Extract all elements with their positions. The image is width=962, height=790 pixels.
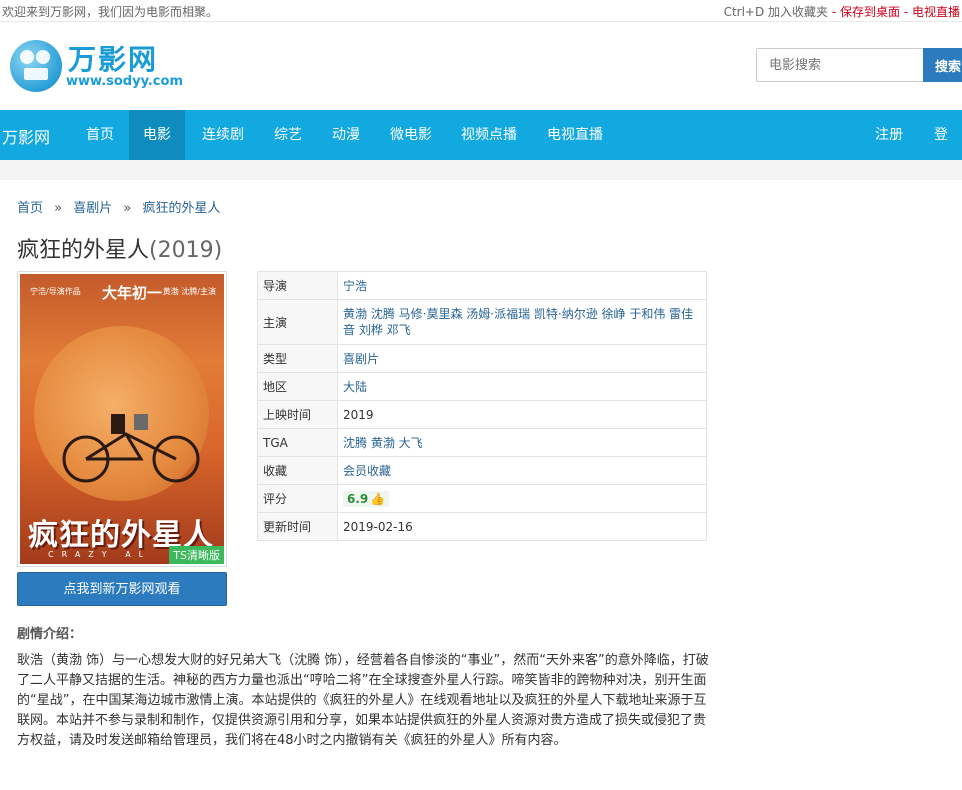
info-row-genre: 类型 喜剧片 bbox=[257, 344, 707, 373]
logo-title: 万影网 bbox=[68, 43, 159, 76]
nav-brand[interactable]: 万影网 bbox=[2, 124, 50, 148]
quality-badge: TS清晰版 bbox=[169, 546, 224, 564]
poster-release-tag: 大年初一 bbox=[102, 284, 163, 302]
nav-item-home[interactable]: 首页 bbox=[72, 110, 128, 160]
movie-poster[interactable]: 宁浩/导演作品 大年初一 黄渤 沈腾/主演 疯狂的外星人 CRAZY AL TS… bbox=[17, 271, 227, 567]
bookmark-hint: Ctrl+D 加入收藏夹 bbox=[723, 5, 829, 19]
member-collect-link[interactable]: 会员收藏 bbox=[337, 456, 707, 485]
nav-item-vod[interactable]: 视频点播 bbox=[447, 110, 531, 160]
breadcrumb-home[interactable]: 首页 bbox=[17, 201, 43, 216]
genre-link[interactable]: 喜剧片 bbox=[337, 344, 707, 373]
updated-date: 2019-02-16 bbox=[337, 512, 707, 541]
site-logo[interactable]: 万影网 www.sodyy.com bbox=[10, 38, 210, 96]
watch-button[interactable]: 点我到新万影网观看 bbox=[17, 572, 227, 606]
logo-camera-icon bbox=[10, 40, 62, 92]
info-row-region: 地区 大陆 bbox=[257, 372, 707, 401]
rating-score: 6.9 bbox=[347, 491, 369, 506]
nav-item-tv-live[interactable]: 电视直播 bbox=[533, 110, 617, 160]
info-row-updated: 更新时间 2019-02-16 bbox=[257, 512, 707, 541]
poster-cast-credit: 黄渤 沈腾/主演 bbox=[162, 287, 216, 296]
poster-bicycle-illustration bbox=[62, 414, 200, 483]
movie-title: 疯狂的外星人 bbox=[17, 238, 150, 263]
rating-badge[interactable]: 6.9 👍 bbox=[343, 490, 390, 507]
welcome-text: 欢迎来到万影网，我们因为电影而相聚。 bbox=[2, 5, 219, 19]
release-year: 2019 bbox=[337, 400, 707, 429]
breadcrumb-current[interactable]: 疯狂的外星人 bbox=[143, 201, 221, 216]
breadcrumb: 首页 » 喜剧片 » 疯狂的外星人 bbox=[17, 197, 221, 216]
plot-heading: 剧情介绍： bbox=[17, 627, 83, 642]
search-input[interactable] bbox=[756, 48, 924, 82]
save-desktop-link[interactable]: 保存到桌面 bbox=[840, 5, 900, 19]
nav-login[interactable]: 登录 bbox=[920, 110, 962, 193]
thumbs-up-icon: 👍 bbox=[370, 491, 386, 506]
poster-image: 宁浩/导演作品 大年初一 黄渤 沈腾/主演 疯狂的外星人 CRAZY AL TS… bbox=[20, 274, 224, 564]
nav-item-movies[interactable]: 电影 bbox=[129, 110, 185, 160]
nav-register[interactable]: 注册 bbox=[861, 110, 917, 160]
region-link[interactable]: 大陆 bbox=[337, 372, 707, 401]
search-form: 搜索 bbox=[756, 48, 962, 84]
info-row-director: 导演 宁浩 bbox=[257, 271, 707, 300]
breadcrumb-separator: » bbox=[54, 201, 63, 216]
nav-item-anime[interactable]: 动漫 bbox=[318, 110, 374, 160]
nav-item-micro-film[interactable]: 微电影 bbox=[376, 110, 446, 160]
info-row-tga: TGA 沈腾 黄渤 大飞 bbox=[257, 428, 707, 457]
poster-director-credit: 宁浩/导演作品 bbox=[30, 287, 81, 296]
info-row-collect: 收藏 会员收藏 bbox=[257, 456, 707, 485]
plot-text: 耿浩（黄渤 饰）与一心想发大财的好兄弟大飞（沈腾 饰），经营着各自惨淡的“事业”… bbox=[17, 653, 709, 748]
nav-item-series[interactable]: 连续剧 bbox=[188, 110, 258, 160]
info-row-release: 上映时间 2019 bbox=[257, 400, 707, 429]
top-links: Ctrl+D 加入收藏夹 - 保存到桌面 - 电视直播 bbox=[723, 5, 960, 19]
header: 万影网 www.sodyy.com 搜索 bbox=[0, 22, 962, 110]
poster-sub-title: CRAZY AL bbox=[48, 550, 152, 559]
movie-year: (2019) bbox=[149, 238, 223, 263]
tv-live-link[interactable]: 电视直播 bbox=[912, 5, 960, 19]
nav-item-variety[interactable]: 综艺 bbox=[260, 110, 316, 160]
section-gap bbox=[0, 160, 962, 180]
movie-info-table: 导演 宁浩 主演 黄渤 沈腾 马修·莫里森 汤姆·派福瑞 凯特·纳尔逊 徐峥 于… bbox=[257, 271, 707, 541]
tga-links[interactable]: 沈腾 黄渤 大飞 bbox=[337, 428, 707, 457]
page-title: 疯狂的外星人(2019) bbox=[17, 232, 222, 264]
director-link[interactable]: 宁浩 bbox=[337, 271, 707, 300]
search-button[interactable]: 搜索 bbox=[923, 48, 962, 82]
cast-links[interactable]: 黄渤 沈腾 马修·莫里森 汤姆·派福瑞 凯特·纳尔逊 徐峥 于和伟 雷佳音 刘桦… bbox=[337, 299, 707, 345]
breadcrumb-category[interactable]: 喜剧片 bbox=[73, 201, 112, 216]
info-row-rating: 评分 6.9 👍 bbox=[257, 484, 707, 513]
info-row-cast: 主演 黄渤 沈腾 马修·莫里森 汤姆·派福瑞 凯特·纳尔逊 徐峥 于和伟 雷佳音… bbox=[257, 299, 707, 345]
breadcrumb-separator: » bbox=[123, 201, 132, 216]
main-nav: 万影网 首页 电影 连续剧 综艺 动漫 微电影 视频点播 电视直播 注册 登录 bbox=[0, 110, 962, 193]
logo-url: www.sodyy.com bbox=[66, 74, 183, 89]
top-bar: 欢迎来到万影网，我们因为电影而相聚。 Ctrl+D 加入收藏夹 - 保存到桌面 … bbox=[0, 0, 962, 22]
